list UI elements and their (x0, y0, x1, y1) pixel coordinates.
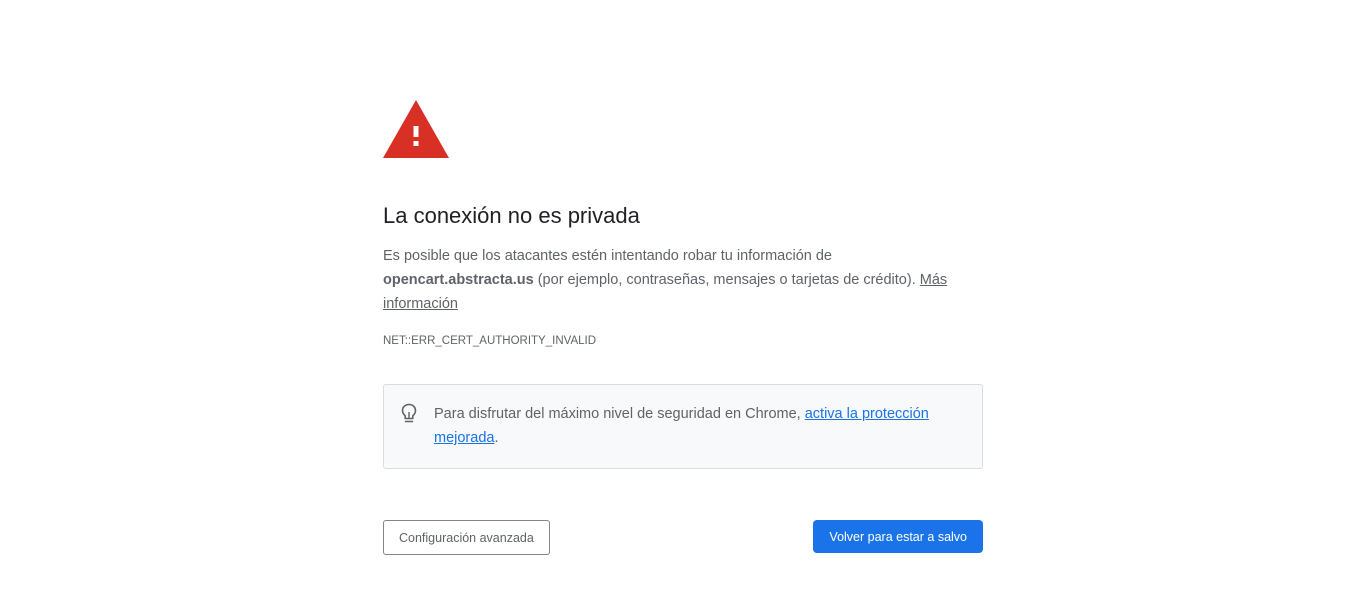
explanation-text-2: (por ejemplo, contraseñas, mensajes o ta… (533, 272, 920, 288)
warning-triangle-icon (383, 100, 449, 158)
back-to-safety-button[interactable]: Volver para estar a salvo (813, 520, 983, 553)
promo-text-after: . (494, 430, 499, 446)
lightbulb-icon (401, 403, 417, 423)
page-title: La conexión no es privada (383, 203, 640, 228)
promo-text-before: Para disfrutar del máximo nivel de segur… (434, 406, 805, 422)
privacy-error-page: La conexión no es privada Es posible que… (0, 0, 1366, 613)
error-explanation: Es posible que los atacantes estén inten… (383, 244, 983, 316)
site-hostname: opencart.abstracta.us (383, 272, 534, 288)
advanced-settings-button[interactable]: Configuración avanzada (383, 520, 550, 555)
explanation-text-1: Es posible que los atacantes estén inten… (383, 248, 832, 264)
promo-text: Para disfrutar del máximo nivel de segur… (434, 402, 964, 450)
error-code: NET::ERR_CERT_AUTHORITY_INVALID (383, 335, 597, 347)
enhanced-protection-promo: Para disfrutar del máximo nivel de segur… (383, 384, 983, 469)
